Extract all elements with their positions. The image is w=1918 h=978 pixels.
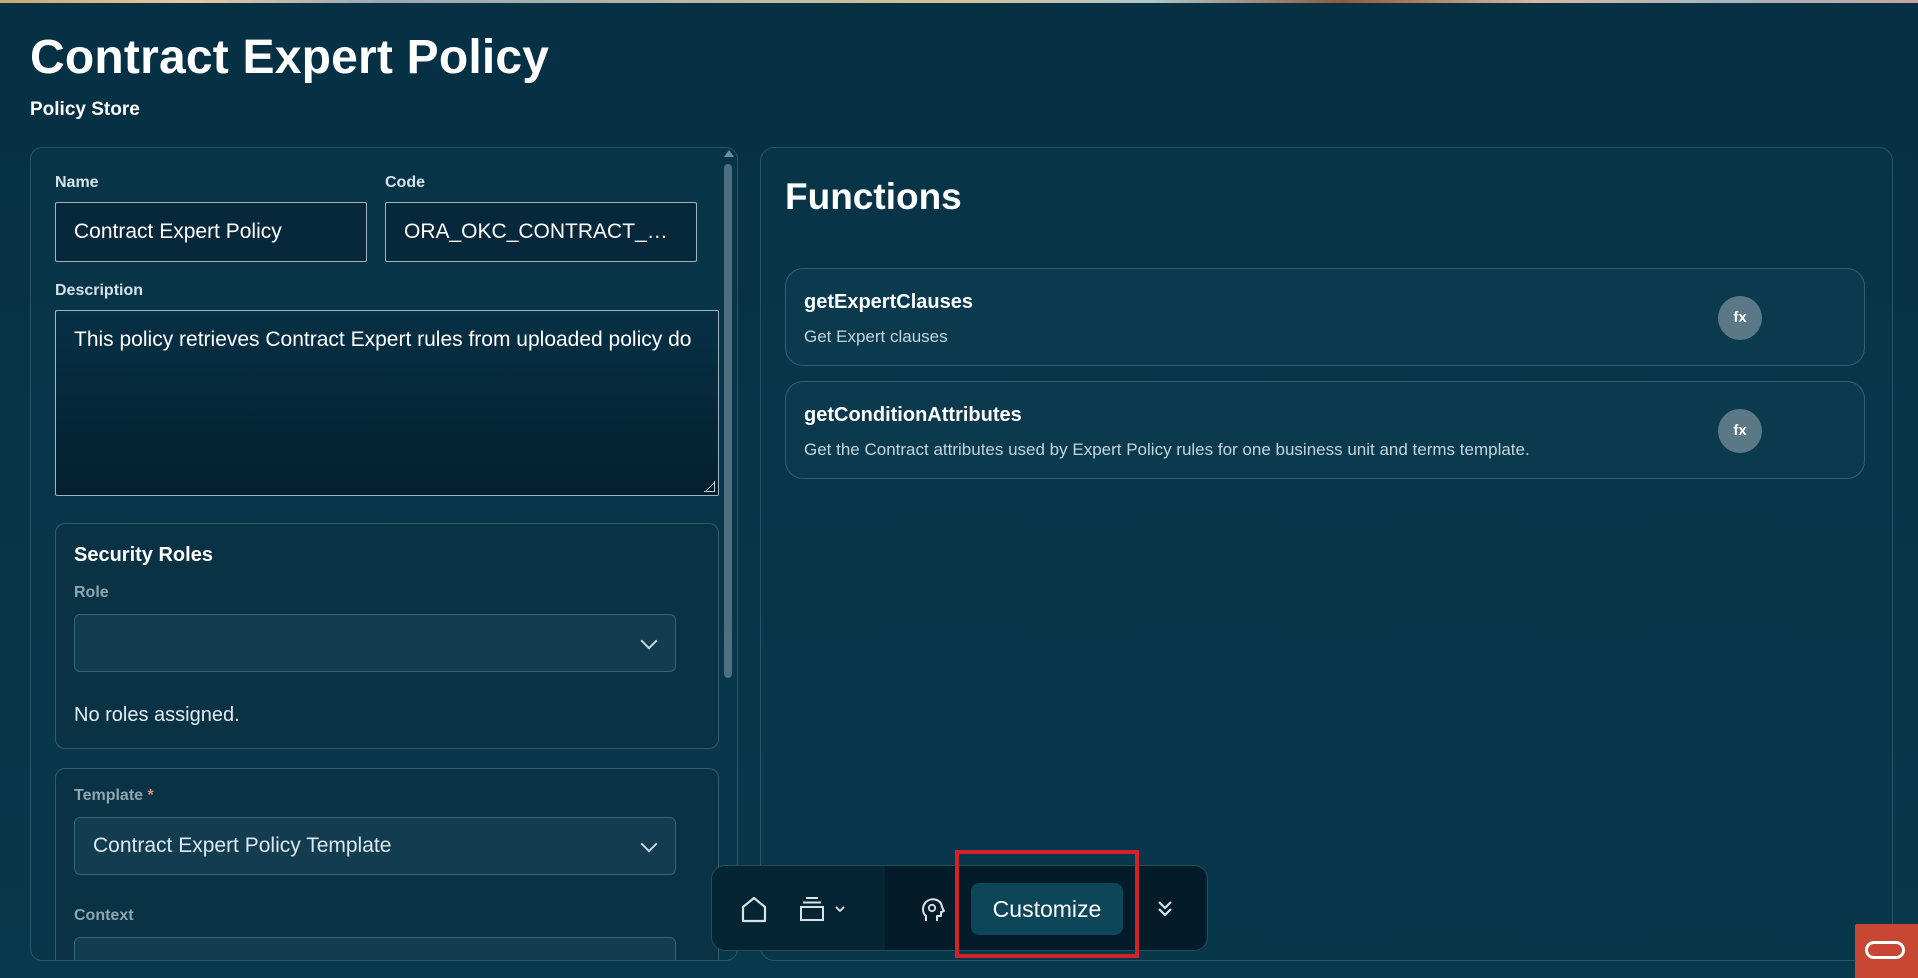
- context-label: Context: [74, 907, 134, 924]
- role-select[interactable]: [74, 614, 676, 672]
- function-card-getconditionattributes[interactable]: getConditionAttributes Get the Contract …: [785, 381, 1865, 479]
- security-roles-card: Security Roles Role No roles assigned.: [55, 523, 719, 749]
- chevron-down-icon: [640, 632, 658, 650]
- function-description: Get Expert clauses: [804, 327, 948, 346]
- fx-icon: fx: [1718, 409, 1762, 453]
- top-banner-strip: [0, 0, 1918, 3]
- scroll-up-arrow-icon[interactable]: [724, 150, 734, 157]
- function-description: Get the Contract attributes used by Expe…: [804, 440, 1530, 459]
- chevron-down-icon: [640, 835, 658, 853]
- home-button[interactable]: [738, 893, 770, 925]
- oracle-logo-icon: [1865, 941, 1905, 959]
- double-chevron-down-icon: [1158, 901, 1172, 917]
- page-subtitle: Policy Store: [30, 99, 140, 120]
- template-label: Template *: [74, 787, 154, 804]
- description-textarea[interactable]: This policy retrieves Contract Expert ru…: [55, 310, 719, 496]
- functions-panel: Functions getExpertClauses Get Expert cl…: [760, 147, 1893, 961]
- template-select[interactable]: Contract Expert Policy Template: [74, 817, 676, 875]
- layers-icon: [800, 897, 824, 921]
- ai-assistant-button[interactable]: [916, 893, 950, 927]
- template-select-value: Contract Expert Policy Template: [93, 834, 392, 857]
- functions-title: Functions: [785, 176, 962, 217]
- name-label: Name: [55, 174, 99, 191]
- resize-handle[interactable]: [704, 481, 715, 492]
- fx-icon: fx: [1718, 296, 1762, 340]
- description-text: This policy retrieves Contract Expert ru…: [74, 328, 692, 351]
- floating-toolbar: Customize: [711, 865, 1208, 951]
- left-panel-scrollbar[interactable]: [722, 150, 734, 960]
- pages-menu-button[interactable]: [794, 891, 850, 927]
- code-field[interactable]: ORA_OKC_CONTRACT_EX...: [385, 202, 697, 262]
- security-roles-title: Security Roles: [74, 544, 213, 566]
- role-label: Role: [74, 584, 109, 601]
- customize-button[interactable]: Customize: [971, 883, 1123, 935]
- code-label: Code: [385, 174, 425, 191]
- no-roles-text: No roles assigned.: [74, 704, 240, 726]
- page-title: Contract Expert Policy: [30, 31, 550, 84]
- oracle-logo-button[interactable]: [1855, 924, 1918, 978]
- template-card: Template * Contract Expert Policy Templa…: [55, 768, 719, 960]
- collapse-toolbar-button[interactable]: [1149, 893, 1181, 925]
- required-asterisk: *: [147, 787, 154, 804]
- chevron-down-icon: [835, 906, 845, 913]
- policy-details-panel: Name Contract Expert Policy Code ORA_OKC…: [30, 147, 738, 961]
- function-name: getExpertClauses: [804, 291, 973, 313]
- function-card-getexpertclauses[interactable]: getExpertClauses Get Expert clauses fx: [785, 268, 1865, 366]
- function-name: getConditionAttributes: [804, 404, 1022, 426]
- context-select[interactable]: [74, 937, 676, 960]
- scroll-thumb[interactable]: [724, 164, 732, 678]
- home-icon: [741, 896, 767, 923]
- description-label: Description: [55, 282, 144, 299]
- name-field[interactable]: Contract Expert Policy: [55, 202, 367, 262]
- ai-assistant-icon: [922, 898, 945, 921]
